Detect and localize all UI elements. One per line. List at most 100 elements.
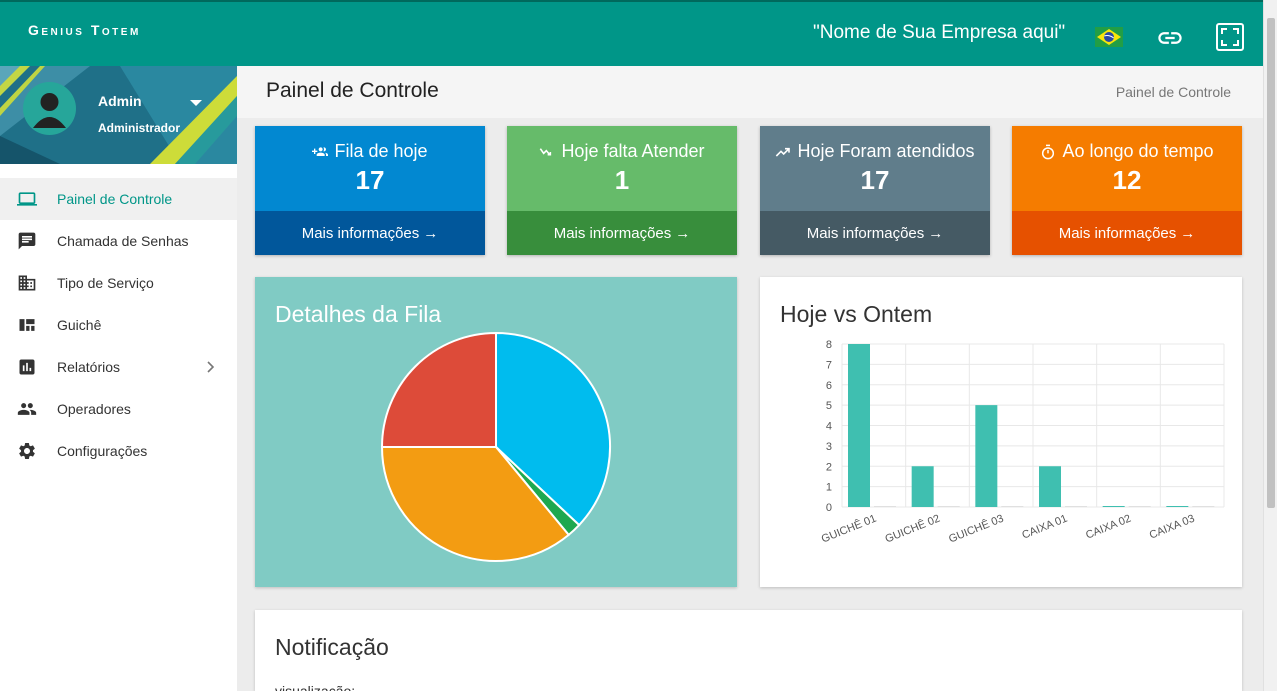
bar-1-1[interactable] [937, 506, 960, 507]
sidebar-item-chamada-de-senhas[interactable]: Chamada de Senhas [0, 220, 237, 262]
stat-value: 17 [860, 165, 890, 195]
stat-top: Ao longo do tempo 12 [1012, 126, 1242, 211]
more-info-link[interactable]: Mais informações → [760, 211, 990, 255]
y-tick-label: 7 [826, 359, 832, 371]
sidebar-item-configuracoes[interactable]: Configurações [0, 430, 237, 472]
more-info-link[interactable]: Mais informações → [1012, 211, 1242, 255]
scrollbar-thumb[interactable] [1267, 18, 1275, 508]
notification-card: Notificação visualização: [255, 610, 1242, 691]
queue-pie-chart [380, 331, 611, 562]
avatar[interactable] [23, 82, 76, 135]
stat-top: Hoje falta Atender 1 [507, 126, 737, 211]
group-add-icon [312, 146, 329, 156]
x-tick-label: GUICHÊ 01 [819, 512, 878, 546]
stat-value: 17 [355, 165, 385, 195]
stat-top: Hoje Foram atendidos 17 [760, 126, 990, 211]
top-bar: Genius Totem "Nome de Sua Empresa aqui" [0, 0, 1263, 66]
link-icon[interactable] [1156, 24, 1184, 52]
bar-0-2[interactable] [975, 405, 998, 507]
sidebar-item-label: Tipo de Serviço [57, 275, 154, 291]
pie-slice-3[interactable] [380, 331, 497, 448]
sidebar-item-label: Chamada de Senhas [57, 233, 189, 249]
stat-fila-de-hoje: Fila de hoje 17 Mais informações → [255, 126, 485, 255]
breadcrumb[interactable]: Painel de Controle [1116, 84, 1231, 100]
y-tick-label: 3 [826, 441, 832, 453]
sidebar-item-label: Operadores [57, 401, 131, 417]
notification-text: visualização: [275, 683, 356, 691]
bar-0-3[interactable] [1039, 466, 1061, 507]
sidebar-menu: Painel de Controle Chamada de Senhas Tip… [0, 178, 237, 472]
stat-hoje-foram-atendidos: Hoje Foram atendidos 17 Mais informações… [760, 126, 990, 255]
y-tick-label: 2 [826, 461, 832, 473]
sidebar-item-tipo-de-servico[interactable]: Tipo de Serviço [0, 262, 237, 304]
profile-name[interactable]: Admin [98, 93, 142, 109]
y-tick-label: 6 [826, 380, 832, 392]
sidebar-item-label: Configurações [57, 443, 148, 459]
laptop-icon [17, 192, 37, 206]
brazil-flag-icon[interactable] [1095, 27, 1123, 47]
sidebar: Admin Administrador Painel de Controle C… [0, 66, 237, 691]
people-icon [17, 403, 37, 415]
building-icon [18, 275, 36, 291]
bar-chart-icon [19, 359, 35, 375]
sidebar-item-painel-de-controle[interactable]: Painel de Controle [0, 178, 237, 220]
stat-hoje-falta-atender: Hoje falta Atender 1 Mais informações → [507, 126, 737, 255]
stat-label-row: Fila de hoje [255, 126, 485, 162]
sidebar-item-label: Painel de Controle [57, 191, 173, 207]
more-info-label: Mais informações [301, 224, 420, 242]
stat-label-row: Ao longo do tempo [1012, 126, 1242, 162]
sidebar-item-relatorios[interactable]: Relatórios [0, 346, 237, 388]
stat-label: Hoje Foram atendidos [797, 141, 975, 161]
arrow-right-icon: → [928, 224, 944, 242]
bar-0-5[interactable] [1166, 506, 1189, 507]
x-tick-label: GUICHÊ 02 [883, 512, 942, 546]
app-brand[interactable]: Genius Totem [28, 22, 141, 38]
company-name: "Nome de Sua Empresa aqui" [813, 22, 1066, 43]
page-scrollbar[interactable] [1263, 0, 1277, 691]
bar-1-4[interactable] [1128, 506, 1151, 507]
queue-details-card: Detalhes da Fila [255, 277, 737, 587]
comparison-bar-chart: 0 1 2 3 4 5 6 7 8 GUICHÊ 01 GUICHÊ 02 GUICHÊ 03 CAIX… [819, 339, 1225, 546]
sidebar-item-operadores[interactable]: Operadores [0, 388, 237, 430]
notification-title: Notificação [275, 634, 389, 660]
trend-up-icon [776, 147, 791, 157]
bar-1-5[interactable] [1192, 506, 1215, 507]
bar-0-4[interactable] [1102, 506, 1125, 507]
chat-icon [18, 232, 36, 250]
stat-value: 1 [614, 165, 630, 195]
user-profile: Admin Administrador [0, 66, 237, 164]
more-info-label: Mais informações [806, 224, 925, 242]
page-title: Painel de Controle [266, 79, 439, 102]
stat-label: Fila de hoje [334, 141, 428, 161]
x-tick-label: CAIXA 02 [1084, 513, 1133, 542]
y-tick-label: 1 [826, 482, 832, 494]
caret-down-icon[interactable] [190, 100, 202, 106]
stat-label: Hoje falta Atender [561, 141, 705, 161]
stat-label-row: Hoje falta Atender [507, 126, 737, 162]
more-info-link[interactable]: Mais informações → [255, 211, 485, 255]
bar-1-2[interactable] [1001, 506, 1024, 507]
fullscreen-icon[interactable] [1215, 22, 1245, 52]
bar-0-1[interactable] [911, 466, 934, 507]
profile-role: Administrador [98, 121, 181, 135]
sidebar-item-label: Guichê [57, 317, 102, 333]
y-tick-label: 4 [826, 421, 832, 433]
x-tick-label: CAIXA 03 [1148, 513, 1197, 542]
stat-label-row: Hoje Foram atendidos [760, 126, 990, 162]
stat-label: Ao longo do tempo [1062, 141, 1214, 161]
arrow-right-icon: → [675, 224, 691, 242]
arrow-right-icon: → [423, 224, 439, 242]
bar-1-0[interactable] [874, 506, 896, 507]
more-info-link[interactable]: Mais informações → [507, 211, 737, 255]
x-tick-label: GUICHÊ 03 [947, 512, 1006, 546]
x-tick-label: CAIXA 01 [1020, 513, 1069, 542]
arrow-right-icon: → [1180, 224, 1196, 242]
today-vs-yesterday-card: Hoje vs Ontem 0 1 2 3 4 5 6 7 8 GUICHÊ 01 GUICHÊ 0… [760, 277, 1242, 587]
bar-0-0[interactable] [848, 344, 870, 507]
sidebar-item-label: Relatórios [57, 359, 121, 375]
stat-value: 12 [1112, 165, 1142, 195]
stat-top: Fila de hoje 17 [255, 126, 485, 211]
sidebar-item-guiche[interactable]: Guichê [0, 304, 237, 346]
bar-1-3[interactable] [1065, 506, 1087, 507]
timer-icon [1042, 144, 1055, 159]
